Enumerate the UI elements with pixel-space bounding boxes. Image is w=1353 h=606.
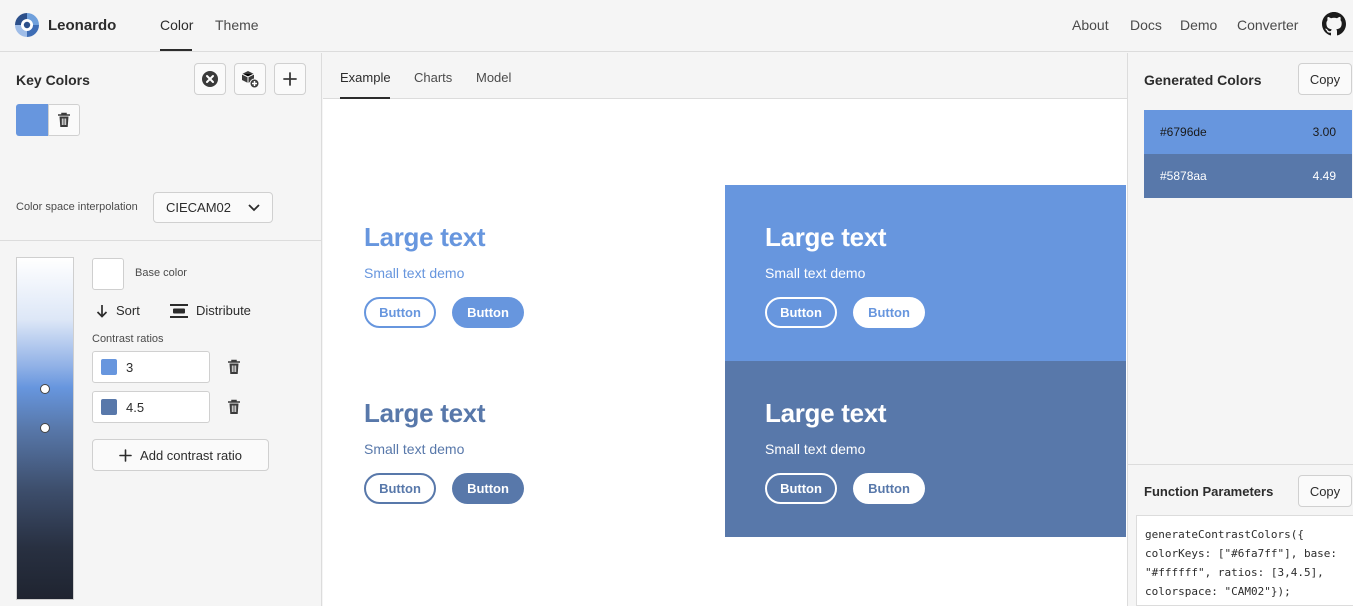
small-text: Small text demo [364, 265, 465, 281]
color-hex: #5878aa [1160, 169, 1207, 183]
nav-link-about[interactable]: About [1072, 17, 1109, 33]
tab-theme[interactable]: Theme [215, 17, 259, 33]
contrast-ratio-input[interactable]: 3 [92, 351, 210, 383]
color-scale-gradient[interactable] [16, 257, 74, 600]
generated-color-row[interactable]: #6796de 3.00 [1144, 110, 1352, 154]
interpolation-label: Color space interpolation [16, 201, 138, 213]
active-tab-indicator [340, 97, 390, 99]
outline-button[interactable]: Button [765, 473, 837, 504]
distribute-button[interactable]: Distribute [170, 303, 251, 318]
copy-colors-button[interactable]: Copy [1298, 63, 1352, 95]
generated-colors-panel: Generated Colors Copy #6796de 3.00 #5878… [1127, 53, 1353, 606]
ratio-color-swatch [101, 399, 117, 415]
distribute-label: Distribute [196, 303, 251, 318]
tab-color[interactable]: Color [160, 17, 193, 33]
large-text: Large text [364, 398, 486, 428]
distribute-icon [170, 303, 188, 318]
clear-icon [202, 71, 218, 87]
interpolation-select[interactable]: CIECAM02 [153, 192, 273, 223]
filled-button[interactable]: Button [452, 297, 524, 328]
key-colors-title: Key Colors [16, 72, 90, 88]
nav-link-converter[interactable]: Converter [1237, 17, 1298, 33]
add-contrast-ratio-label: Add contrast ratio [140, 447, 242, 463]
trash-icon [228, 359, 240, 374]
brand[interactable]: Leonardo [14, 12, 116, 38]
contrast-ratio-input[interactable]: 4.5 [92, 391, 210, 423]
color-hex: #6796de [1160, 125, 1207, 139]
add-contrast-ratio-button[interactable]: Add contrast ratio [92, 439, 269, 471]
plus-icon [119, 448, 132, 462]
small-text: Small text demo [765, 441, 866, 457]
key-color-swatch[interactable] [16, 104, 48, 136]
add-from-image-button[interactable] [234, 63, 266, 95]
cube-add-icon [241, 71, 260, 89]
tab-example[interactable]: Example [340, 70, 391, 85]
large-text: Large text [364, 222, 486, 252]
clear-colors-button[interactable] [194, 63, 226, 95]
small-text: Small text demo [765, 265, 866, 281]
tab-charts[interactable]: Charts [414, 70, 452, 85]
generated-colors-title: Generated Colors [1144, 72, 1262, 88]
app-name: Leonardo [48, 16, 117, 34]
active-tab-indicator [160, 49, 192, 51]
sort-label: Sort [116, 303, 140, 318]
ratio-handle-4-5[interactable] [40, 423, 50, 433]
filled-button[interactable]: Button [452, 473, 524, 504]
ratio-value: 3 [126, 359, 134, 375]
sort-button[interactable]: Sort [96, 303, 140, 318]
outline-button[interactable]: Button [364, 297, 436, 328]
arrow-down-icon [96, 304, 108, 318]
large-text: Large text [765, 222, 887, 252]
preview-tabs: Example Charts Model [323, 53, 1127, 99]
demo-light-1: Large text Small text demo Button Button [324, 185, 725, 361]
delete-ratio-button[interactable] [224, 397, 244, 417]
preview-panel: Example Charts Model Large text Small te… [323, 53, 1127, 606]
trash-icon [228, 399, 240, 414]
base-color-label: Base color [135, 267, 187, 279]
leonardo-logo-icon [15, 13, 39, 37]
interpolation-value: CIECAM02 [166, 200, 232, 215]
ratio-color-swatch [101, 359, 117, 375]
filled-button[interactable]: Button [853, 297, 925, 328]
demo-dark-1: Large text Small text demo Button Button [725, 185, 1126, 361]
outline-button[interactable]: Button [364, 473, 436, 504]
trash-icon [58, 112, 70, 127]
color-contrast: 3.00 [1312, 125, 1336, 139]
generated-color-row[interactable]: #5878aa 4.49 [1144, 154, 1352, 198]
github-icon[interactable] [1322, 12, 1346, 36]
nav-link-demo[interactable]: Demo [1180, 17, 1217, 33]
tab-model[interactable]: Model [476, 70, 511, 85]
contrast-ratios-label: Contrast ratios [92, 333, 164, 345]
function-parameters-code[interactable]: generateContrastColors({ colorKeys: ["#6… [1136, 515, 1353, 606]
base-color-swatch[interactable] [92, 258, 124, 290]
copy-params-button[interactable]: Copy [1298, 475, 1352, 507]
filled-button[interactable]: Button [853, 473, 925, 504]
divider [0, 240, 322, 241]
function-parameters-title: Function Parameters [1144, 484, 1274, 499]
color-contrast: 4.49 [1312, 169, 1336, 183]
delete-key-color-button[interactable] [48, 104, 80, 136]
key-colors-panel: Key Colors Color space interpolation CIE… [0, 53, 322, 606]
chevron-down-icon [248, 203, 260, 211]
demo-light-2: Large text Small text demo Button Button [324, 361, 725, 537]
large-text: Large text [765, 398, 887, 428]
ratio-handle-3[interactable] [40, 384, 50, 394]
outline-button[interactable]: Button [765, 297, 837, 328]
nav-link-docs[interactable]: Docs [1130, 17, 1162, 33]
ratio-value: 4.5 [126, 399, 145, 415]
top-nav: Leonardo Color Theme About Docs Demo Con… [0, 0, 1353, 52]
small-text: Small text demo [364, 441, 465, 457]
demo-dark-2: Large text Small text demo Button Button [725, 361, 1126, 537]
add-key-color-button[interactable] [274, 63, 306, 95]
plus-icon [283, 72, 297, 86]
delete-ratio-button[interactable] [224, 357, 244, 377]
divider [1128, 464, 1353, 465]
